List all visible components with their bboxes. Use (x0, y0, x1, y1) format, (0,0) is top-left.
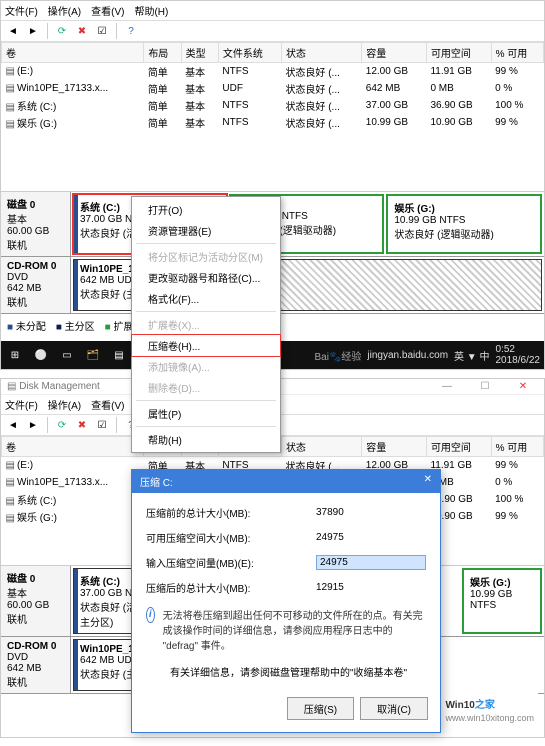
volume-table: 卷 布局 类型 文件系统 状态 容量 可用空间 % 可用 (E:)简单基本NTF… (1, 42, 544, 131)
shrink-button[interactable]: 压缩(S) (287, 697, 354, 720)
dialog-close[interactable]: ✕ (424, 474, 432, 489)
table-row[interactable]: 娱乐 (G:)简单基本NTFS状态良好 (...10.99 GB10.90 GB… (2, 114, 544, 131)
context-menu: 打开(O) 资源管理器(E) 将分区标记为活动分区(M) 更改驱动器号和路径(C… (131, 196, 281, 453)
col-cap[interactable]: 容量 (362, 43, 427, 63)
after-label: 压缩后的总计大小(MB): (146, 580, 316, 595)
taskview-icon[interactable]: ▭ (57, 345, 77, 365)
minimize-button[interactable]: — (432, 381, 462, 392)
explorer-icon[interactable]: 🗂 (83, 345, 103, 365)
ctx-mirror: 添加镜像(A)... (132, 356, 280, 377)
back-icon[interactable]: ◄ (5, 23, 21, 39)
info-text-1: 无法将卷压缩到超出任何不可移动的文件所在的点。有关完成该操作时间的详细信息，请参… (163, 607, 426, 652)
avail-label: 可用压缩空间大小(MB): (146, 530, 316, 545)
window-title: Disk Management (19, 381, 100, 392)
ctx-shrink[interactable]: 压缩卷(H)... (132, 335, 280, 356)
input-label: 输入压缩空间量(MB)(E): (146, 555, 316, 570)
menu-action[interactable]: 操作(A) (48, 3, 81, 18)
start-icon[interactable]: ⊞ (5, 345, 25, 365)
total-value: 37890 (316, 507, 426, 518)
menu-view[interactable]: 查看(V) (91, 3, 124, 18)
ctx-help[interactable]: 帮助(H) (132, 429, 280, 450)
after-value: 12915 (316, 582, 426, 593)
cancel-button[interactable]: 取消(C) (360, 697, 428, 720)
col-free[interactable]: 可用空间 (426, 43, 491, 63)
diskmgmt-icon[interactable]: ▤ (109, 345, 129, 365)
ctx-delete: 删除卷(D)... (132, 377, 280, 398)
back-icon[interactable]: ◄ (5, 417, 21, 433)
ctx-change-letter[interactable]: 更改驱动器号和路径(C)... (132, 267, 280, 288)
fwd-icon[interactable]: ► (25, 23, 41, 39)
table-row[interactable]: Win10PE_17133.x...简单基本UDF状态良好 (...642 MB… (2, 80, 544, 97)
cdrom-label: CD-ROM 0 DVD 642 MB 联机 (1, 637, 71, 693)
search-icon[interactable]: ⚪ (31, 345, 51, 365)
shrink-amount-input[interactable] (316, 555, 426, 570)
menu-view[interactable]: 查看(V) (91, 397, 124, 412)
col-vol[interactable]: 卷 (2, 43, 144, 63)
menu-help[interactable]: 帮助(H) (134, 3, 168, 18)
disk-0-label: 磁盘 0 基本 60.00 GB 联机 (1, 192, 71, 256)
ctx-extend: 扩展卷(X)... (132, 314, 280, 335)
partition[interactable]: 娱乐 (G:)10.99 GB NTFS状态良好 (逻辑驱动器) (386, 194, 542, 254)
help-icon[interactable]: ? (123, 23, 139, 39)
menu-file[interactable]: 文件(F) (5, 3, 38, 18)
refresh-icon[interactable]: ⟳ (54, 417, 70, 433)
watermark-logo: Bai🐾经验 (315, 348, 362, 363)
col-layout[interactable]: 布局 (144, 43, 181, 63)
info-icon: i (146, 607, 155, 623)
col-type[interactable]: 类型 (181, 43, 218, 63)
delete-icon[interactable]: ✖ (74, 417, 90, 433)
ctx-mark-active: 将分区标记为活动分区(M) (132, 246, 280, 267)
total-label: 压缩前的总计大小(MB): (146, 505, 316, 520)
props-icon[interactable]: ☑ (94, 23, 110, 39)
dialog-title: 压缩 C: (140, 474, 173, 489)
table-row[interactable]: (E:)简单基本NTFS状态良好 (...12.00 GB11.91 GB99 … (2, 63, 544, 81)
ctx-explorer[interactable]: 资源管理器(E) (132, 220, 280, 241)
fwd-icon[interactable]: ► (25, 417, 41, 433)
refresh-icon[interactable]: ⟳ (54, 23, 70, 39)
info-text-2: 有关详细信息，请参阅磁盘管理帮助中的"收缩基本卷" (170, 664, 426, 679)
cdrom-label: CD-ROM 0 DVD 642 MB 联机 (1, 257, 71, 313)
delete-icon[interactable]: ✖ (74, 23, 90, 39)
avail-value: 24975 (316, 532, 426, 543)
watermark-url: jingyan.baidu.com (367, 350, 448, 361)
app-icon: ▤ (7, 381, 16, 392)
close-button[interactable]: ✕ (508, 381, 538, 392)
toolbar: ◄ ► ⟳ ✖ ☑ ? (1, 21, 544, 42)
maximize-button[interactable]: ☐ (470, 381, 500, 392)
menu-action[interactable]: 操作(A) (48, 397, 81, 412)
disk-0-label: 磁盘 0 基本 60.00 GB 联机 (1, 566, 71, 636)
tray-ime[interactable]: 英 ▼ 中 (454, 348, 489, 363)
col-pct[interactable]: % 可用 (491, 43, 543, 63)
ctx-format[interactable]: 格式化(F)... (132, 288, 280, 309)
table-row[interactable]: 系统 (C:)简单基本NTFS状态良好 (...37.00 GB36.90 GB… (2, 97, 544, 114)
col-fs[interactable]: 文件系统 (218, 43, 281, 63)
tray-time[interactable]: 0:522018/6/22 (496, 344, 541, 366)
partition-g[interactable]: 娱乐 (G:) 10.99 GB NTFS (462, 568, 542, 634)
ctx-props[interactable]: 属性(P) (132, 403, 280, 424)
col-status[interactable]: 状态 (281, 43, 361, 63)
props-icon[interactable]: ☑ (94, 417, 110, 433)
shrink-dialog: 压缩 C: ✕ 压缩前的总计大小(MB):37890 可用压缩空间大小(MB):… (131, 469, 441, 733)
ctx-open[interactable]: 打开(O) (132, 199, 280, 220)
menu-file[interactable]: 文件(F) (5, 397, 38, 412)
